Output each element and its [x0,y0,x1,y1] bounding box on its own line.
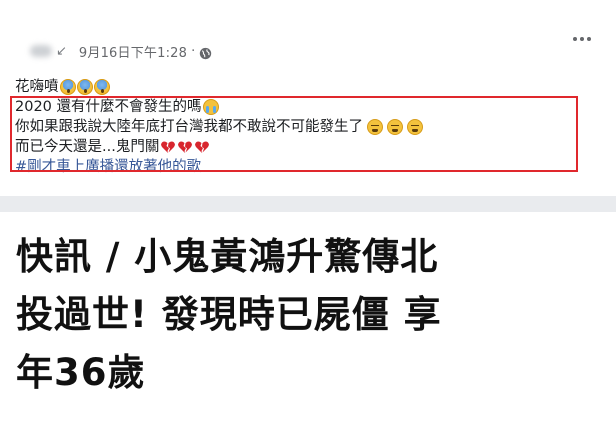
weary-emoji-icon [367,119,383,135]
post-line: 2020 還有什麼不會發生的嗎 [15,97,605,117]
weary-emoji-icon [387,119,403,135]
blurred-author-name [30,45,52,57]
broken-heart-icon [160,139,176,155]
article-preview[interactable]: 快訊 / 小鬼黃鴻升驚傳北 投過世! 發現時已屍僵 享 年36歲 [0,212,616,434]
scream-emoji-icon [93,79,110,95]
headline-line: 投過世! 發現時已屍僵 享 [16,293,442,336]
weary-emoji-icon [407,119,423,135]
more-options-button[interactable] [568,28,596,50]
broken-heart-icon [194,139,210,155]
article-headline[interactable]: 快訊 / 小鬼黃鴻升驚傳北 投過世! 發現時已屍僵 享 年36歲 [16,228,606,402]
globe-icon[interactable] [199,45,212,59]
crying-emoji-icon [202,99,219,115]
separator-dot: · [191,43,196,59]
headline-line: 快訊 / 小鬼黃鴻升驚傳北 [16,235,439,278]
post-line: 你如果跟我說大陸年底打台灣我都不敢說不可能發生了 [15,117,605,137]
post-line: 而已今天還是...鬼門關 [15,137,605,157]
broken-heart-icon [177,139,193,155]
scream-emoji-icon [59,79,76,95]
author-mark: ↙ [56,43,67,59]
post-body: 花嗨噴 2020 還有什麼不會發生的嗎 你如果跟我說大陸年底打台灣我都不敢說不可… [15,77,605,177]
facebook-post: ↙ 9月16日下午1:28 · 花嗨噴 2020 還有什麼不會發生的嗎 你如果跟… [0,0,616,196]
more-dots-icon [573,37,577,41]
hashtag-link[interactable]: #剛才車上廣播還放著他的歌 [15,157,201,177]
post-line: 花嗨噴 [15,77,605,97]
headline-line: 年36歲 [16,351,146,394]
hashtag-line: #剛才車上廣播還放著他的歌 [15,157,605,177]
scream-emoji-icon [76,79,93,95]
post-header: ↙ 9月16日下午1:28 · [30,40,212,62]
post-timestamp[interactable]: 9月16日下午1:28 [79,42,187,61]
